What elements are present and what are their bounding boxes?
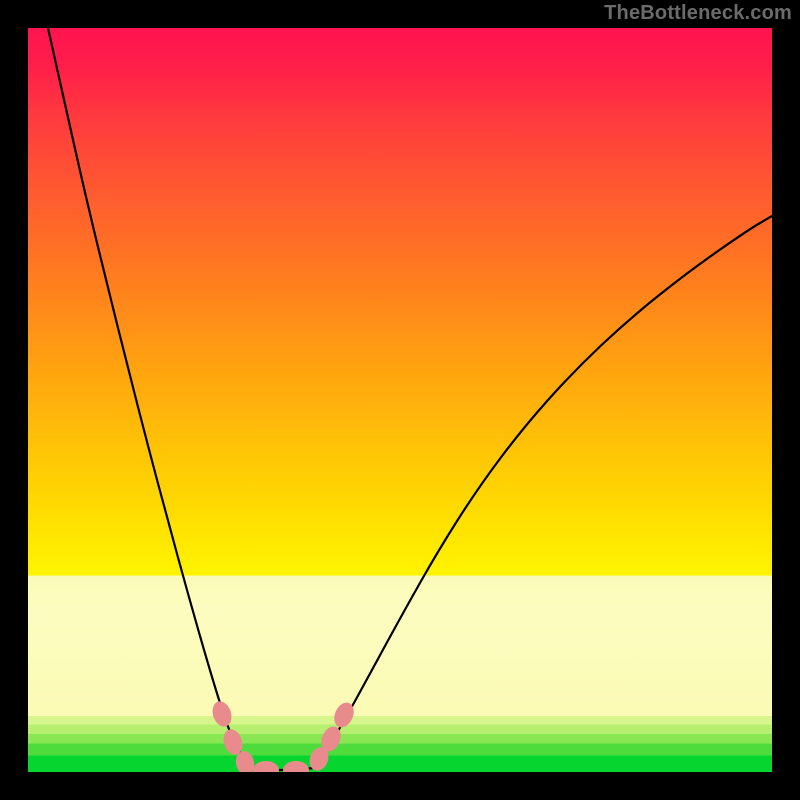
curve-group: [48, 28, 772, 770]
chart-svg: [28, 28, 772, 772]
outer-frame: TheBottleneck.com: [0, 0, 800, 800]
m-left-a: [209, 699, 234, 729]
plot-area: [28, 28, 772, 772]
m-floor-b: [283, 761, 309, 772]
curve-left-branch: [48, 28, 253, 768]
watermark-text: TheBottleneck.com: [604, 2, 792, 25]
m-floor-a: [253, 761, 279, 772]
curve-right-branch: [313, 216, 772, 768]
marker-group: [209, 699, 357, 772]
